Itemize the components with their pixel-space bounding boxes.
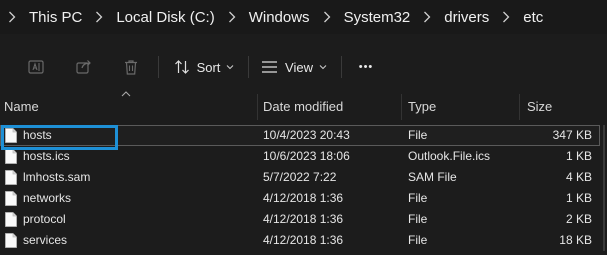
view-button[interactable]: View	[258, 42, 330, 92]
rename-icon	[28, 60, 44, 74]
chevron-right-icon[interactable]	[0, 0, 24, 34]
rename-button[interactable]	[22, 42, 50, 92]
breadcrumb-item-windows[interactable]: Windows	[244, 0, 315, 34]
file-icon	[5, 191, 17, 206]
column-header-name[interactable]: Name	[4, 93, 39, 121]
view-label: View	[285, 59, 313, 75]
toolbar-divider	[341, 56, 342, 78]
chevron-right-icon[interactable]	[315, 0, 339, 34]
breadcrumb-item-system32[interactable]: System32	[339, 0, 416, 34]
column-header-type[interactable]: Type	[408, 93, 436, 121]
file-name: hosts	[23, 128, 52, 142]
file-size: 2 KB	[565, 212, 592, 226]
column-header-date-modified[interactable]: Date modified	[263, 93, 343, 121]
column-header-size[interactable]: Size	[527, 93, 552, 121]
file-type: File	[408, 191, 428, 205]
breadcrumb-item-local-disk[interactable]: Local Disk (C:)	[111, 0, 219, 34]
file-icon	[5, 233, 17, 248]
delete-button[interactable]	[117, 42, 145, 92]
file-name: protocol	[23, 212, 66, 226]
more-options-button[interactable]: •••	[350, 42, 382, 92]
column-header: Name Date modified Type Size	[0, 91, 607, 121]
file-size: 1 KB	[565, 149, 592, 163]
sort-label: Sort	[196, 59, 221, 75]
share-icon	[76, 60, 91, 74]
file-name: networks	[23, 191, 72, 205]
list-view-icon	[262, 61, 278, 73]
column-divider[interactable]	[519, 94, 520, 120]
chevron-right-icon[interactable]	[220, 0, 244, 34]
file-type: Outlook.File.ics	[408, 149, 491, 163]
toolbar-divider	[248, 56, 249, 78]
chevron-right-icon[interactable]	[87, 0, 111, 34]
chevron-down-icon	[319, 65, 327, 70]
toolbar-divider	[158, 56, 159, 78]
chevron-down-icon	[227, 65, 234, 70]
file-date: 4/12/2018 1:36	[263, 212, 344, 226]
file-size: 18 KB	[559, 233, 592, 247]
file-name: lmhosts.sam	[23, 170, 91, 184]
file-type: File	[408, 128, 428, 142]
breadcrumb-item-this-pc[interactable]: This PC	[24, 0, 87, 34]
file-icon	[5, 212, 17, 227]
file-size: 347 KB	[552, 128, 592, 142]
chevron-right-icon[interactable]	[415, 0, 439, 34]
breadcrumb-item-drivers[interactable]: drivers	[439, 0, 494, 34]
file-size: 1 KB	[565, 191, 592, 205]
file-name: hosts.ics	[23, 149, 70, 163]
column-divider[interactable]	[401, 94, 402, 120]
file-icon	[5, 128, 17, 143]
file-date: 10/4/2023 20:43	[263, 128, 350, 142]
file-type: File	[408, 212, 428, 226]
file-row-protocol[interactable]: protocol 4/12/2018 1:36 File 2 KB	[0, 209, 600, 230]
file-name: services	[23, 233, 68, 247]
file-date: 4/12/2018 1:36	[263, 233, 344, 247]
command-bar: Sort View •••	[0, 42, 607, 92]
file-date: 4/12/2018 1:36	[263, 191, 344, 205]
file-row-lmhosts-sam[interactable]: lmhosts.sam 5/7/2022 7:22 SAM File 4 KB	[0, 167, 600, 188]
share-button[interactable]	[70, 42, 98, 92]
breadcrumb: This PC Local Disk (C:) Windows System32…	[0, 0, 607, 34]
file-date: 10/6/2023 18:06	[263, 149, 350, 163]
trash-icon	[125, 60, 137, 75]
more-icon: •••	[358, 61, 374, 73]
file-icon	[5, 149, 17, 164]
sort-button[interactable]: Sort	[170, 42, 238, 92]
file-type: SAM File	[408, 170, 457, 184]
column-divider[interactable]	[257, 94, 258, 120]
file-row-hosts[interactable]: hosts 10/4/2023 20:43 File 347 KB	[0, 125, 600, 146]
file-row-hosts-ics[interactable]: hosts.ics 10/6/2023 18:06 Outlook.File.i…	[0, 146, 600, 167]
file-icon	[5, 170, 17, 185]
file-size: 4 KB	[565, 170, 592, 184]
sort-icon	[174, 60, 189, 74]
breadcrumb-item-etc[interactable]: etc	[518, 0, 548, 34]
file-row-services[interactable]: services 4/12/2018 1:36 File 18 KB	[0, 230, 600, 251]
file-type: File	[408, 233, 428, 247]
chevron-right-icon[interactable]	[494, 0, 518, 34]
sort-ascending-icon	[121, 91, 131, 97]
file-row-networks[interactable]: networks 4/12/2018 1:36 File 1 KB	[0, 188, 600, 209]
vertical-scrollbar[interactable]	[603, 125, 605, 251]
file-date: 5/7/2022 7:22	[263, 170, 337, 184]
